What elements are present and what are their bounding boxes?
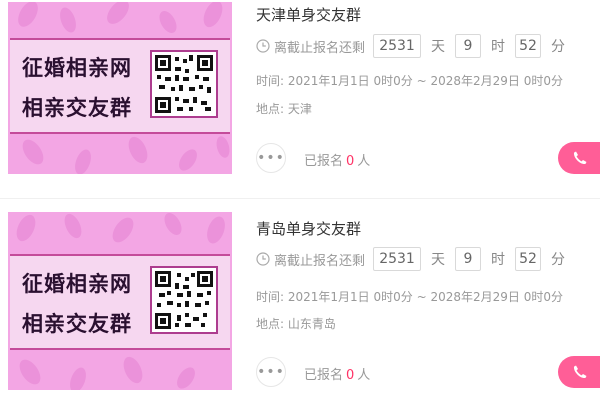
phone-icon	[573, 151, 587, 165]
countdown-minutes: 52	[515, 247, 542, 271]
time-label: 时间:	[256, 74, 285, 88]
time-value: 2021年1月1日 0时0分 ~ 2028年2月29日 0时0分	[287, 74, 563, 88]
countdown-days: 2531	[373, 34, 422, 58]
more-dots-icon: •••	[257, 150, 285, 166]
countdown-hours: 9	[455, 247, 482, 271]
countdown-hours: 9	[455, 34, 482, 58]
signup-status: 已报名 0 人	[304, 150, 370, 169]
place-label: 地点:	[256, 317, 285, 331]
more-button[interactable]: •••	[256, 143, 286, 173]
event-poster[interactable]: 征婚相亲网 相亲交友群	[8, 2, 232, 174]
countdown-label: 离截止报名还剩	[274, 253, 366, 269]
card-divider	[0, 198, 600, 199]
clock-icon	[256, 252, 270, 266]
phone-icon	[573, 365, 587, 379]
signup-count: 0	[346, 368, 355, 383]
call-button[interactable]	[558, 356, 600, 388]
event-title[interactable]: 天津单身交友群	[256, 4, 361, 25]
day-unit: 天	[431, 252, 446, 268]
signup-suffix: 人	[357, 368, 371, 383]
event-card-qingdao[interactable]: 征婚相亲网 相亲交友群 青岛单身交友群 离截止报名还剩 2531 天 9 时 5…	[0, 200, 600, 400]
poster-headline: 征婚相亲网	[22, 272, 132, 296]
minute-unit: 分	[551, 39, 566, 55]
place-label: 地点:	[256, 102, 285, 116]
event-time: 时间: 2021年1月1日 0时0分 ~ 2028年2月29日 0时0分	[256, 72, 563, 89]
signup-status: 已报名 0 人	[304, 364, 370, 383]
time-label: 时间:	[256, 290, 285, 304]
poster-panel: 征婚相亲网 相亲交友群	[10, 38, 230, 134]
event-poster[interactable]: 征婚相亲网 相亲交友群	[8, 212, 232, 390]
hour-unit: 时	[491, 252, 506, 268]
countdown-days: 2531	[373, 247, 422, 271]
clock-icon	[256, 39, 270, 53]
event-card-tianjin[interactable]: 征婚相亲网 相亲交友群 天津单身交友群 离截止报名还剩 2531 天 9 时 5…	[0, 0, 600, 200]
countdown: 离截止报名还剩 2531 天 9 时 52 分	[256, 33, 575, 59]
event-time: 时间: 2021年1月1日 0时0分 ~ 2028年2月29日 0时0分	[256, 288, 563, 305]
call-button[interactable]	[558, 142, 600, 174]
countdown-label: 离截止报名还剩	[274, 40, 366, 56]
countdown-minutes: 52	[515, 34, 542, 58]
minute-unit: 分	[551, 252, 566, 268]
event-title[interactable]: 青岛单身交友群	[256, 218, 361, 239]
place-value: 山东青岛	[287, 317, 336, 331]
poster-panel: 征婚相亲网 相亲交友群	[10, 254, 230, 350]
event-place: 地点: 山东青岛	[256, 315, 336, 332]
qr-code-icon	[150, 266, 218, 334]
signup-prefix: 已报名	[304, 368, 344, 383]
more-button[interactable]: •••	[256, 357, 286, 387]
event-place: 地点: 天津	[256, 100, 312, 117]
signup-count: 0	[346, 154, 355, 169]
poster-subheadline: 相亲交友群	[22, 312, 132, 336]
signup-prefix: 已报名	[304, 154, 344, 169]
place-value: 天津	[287, 102, 312, 116]
qr-code-icon	[150, 50, 218, 118]
more-dots-icon: •••	[257, 364, 285, 380]
poster-subheadline: 相亲交友群	[22, 96, 132, 120]
hour-unit: 时	[491, 39, 506, 55]
day-unit: 天	[431, 39, 446, 55]
countdown: 离截止报名还剩 2531 天 9 时 52 分	[256, 246, 575, 272]
poster-headline: 征婚相亲网	[22, 56, 132, 80]
time-value: 2021年1月1日 0时0分 ~ 2028年2月29日 0时0分	[287, 290, 563, 304]
signup-suffix: 人	[357, 154, 371, 169]
